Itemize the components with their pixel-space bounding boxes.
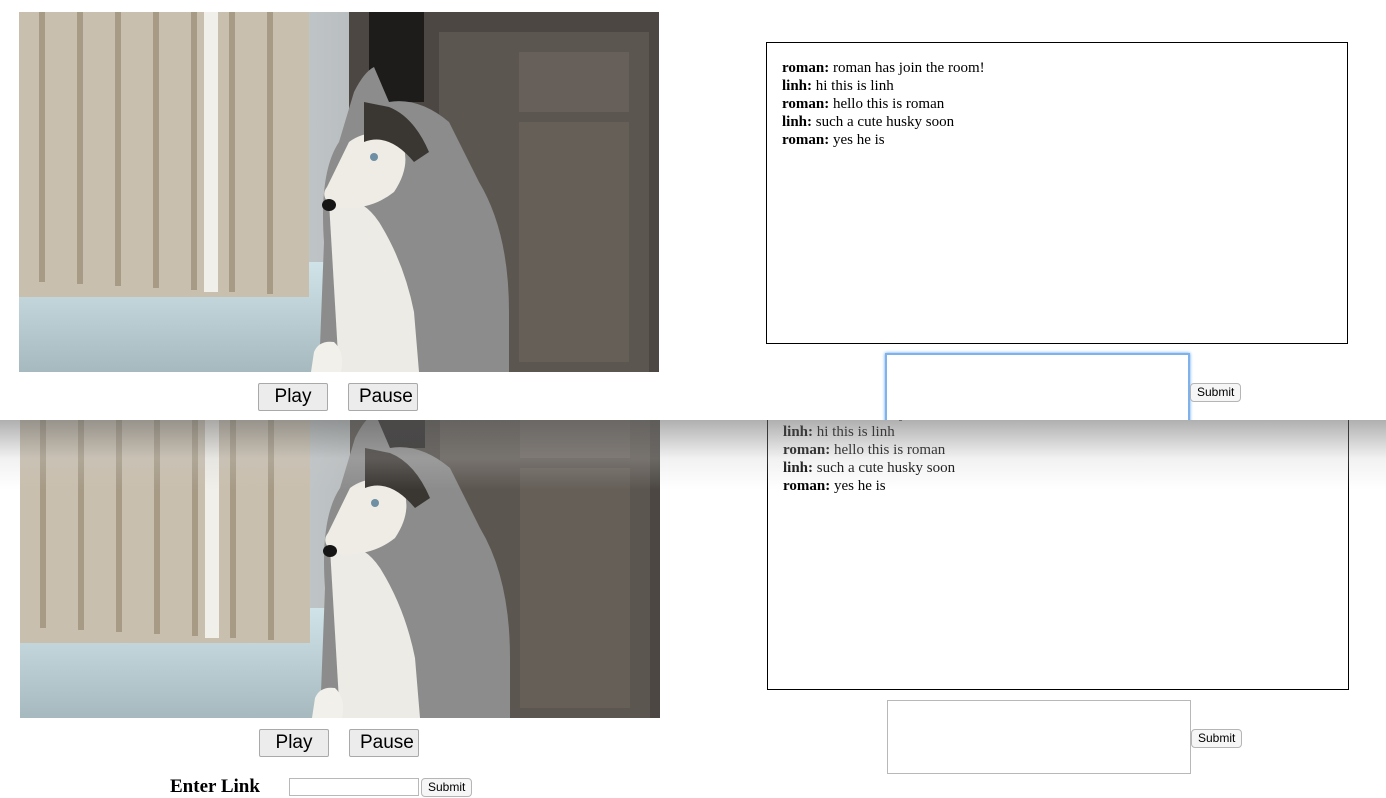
- chat-log: roman: roman has join the room! linh: hi…: [767, 388, 1349, 690]
- message-input[interactable]: [887, 700, 1191, 774]
- chat-message: roman: hello this is roman: [783, 441, 1333, 459]
- chat-username: roman:: [783, 478, 831, 494]
- chat-text: such a cute husky soon: [812, 114, 955, 130]
- message-input[interactable]: [885, 353, 1190, 420]
- play-button[interactable]: Play: [258, 383, 328, 411]
- chat-message: roman: yes he is: [782, 131, 1332, 149]
- chat-submit-button[interactable]: Submit: [1190, 383, 1242, 402]
- pause-button[interactable]: Pause: [348, 383, 418, 411]
- chat-username: roman:: [783, 442, 831, 458]
- play-button[interactable]: Play: [259, 729, 329, 757]
- chat-text: yes he is: [830, 478, 886, 494]
- chat-text: hello this is roman: [829, 96, 945, 112]
- chat-message: linh: such a cute husky soon: [783, 459, 1333, 477]
- enter-link-label: Enter Link: [170, 776, 260, 797]
- chat-username: linh:: [782, 114, 813, 130]
- link-input[interactable]: [289, 778, 419, 796]
- chat-message: roman: hello this is roman: [782, 95, 1332, 113]
- chat-log: roman: roman has join the room! linh: hi…: [766, 42, 1348, 344]
- pause-button[interactable]: Pause: [349, 729, 419, 757]
- chat-message: linh: such a cute husky soon: [782, 113, 1332, 131]
- chat-text: hi this is linh: [812, 78, 894, 94]
- chat-text: hi this is linh: [813, 424, 895, 440]
- chat-username: linh:: [783, 460, 814, 476]
- top-window: Play Pause roman: roman has join the roo…: [0, 0, 1386, 420]
- chat-submit-button[interactable]: Submit: [1191, 729, 1243, 748]
- chat-text: such a cute husky soon: [813, 460, 956, 476]
- chat-message: linh: hi this is linh: [782, 77, 1332, 95]
- chat-message: roman: roman has join the room!: [782, 59, 1332, 77]
- chat-username: linh:: [783, 424, 814, 440]
- chat-text: roman has join the room!: [829, 60, 985, 76]
- link-submit-button[interactable]: Submit: [421, 778, 473, 797]
- chat-text: hello this is roman: [830, 442, 946, 458]
- chat-message: linh: hi this is linh: [783, 423, 1333, 441]
- chat-username: roman:: [782, 96, 830, 112]
- chat-username: linh:: [782, 78, 813, 94]
- chat-message: roman: yes he is: [783, 477, 1333, 495]
- husky-video-frame: [19, 12, 659, 372]
- chat-username: roman:: [782, 60, 830, 76]
- video-player[interactable]: [19, 12, 659, 372]
- chat-text: yes he is: [829, 132, 885, 148]
- chat-username: roman:: [782, 132, 830, 148]
